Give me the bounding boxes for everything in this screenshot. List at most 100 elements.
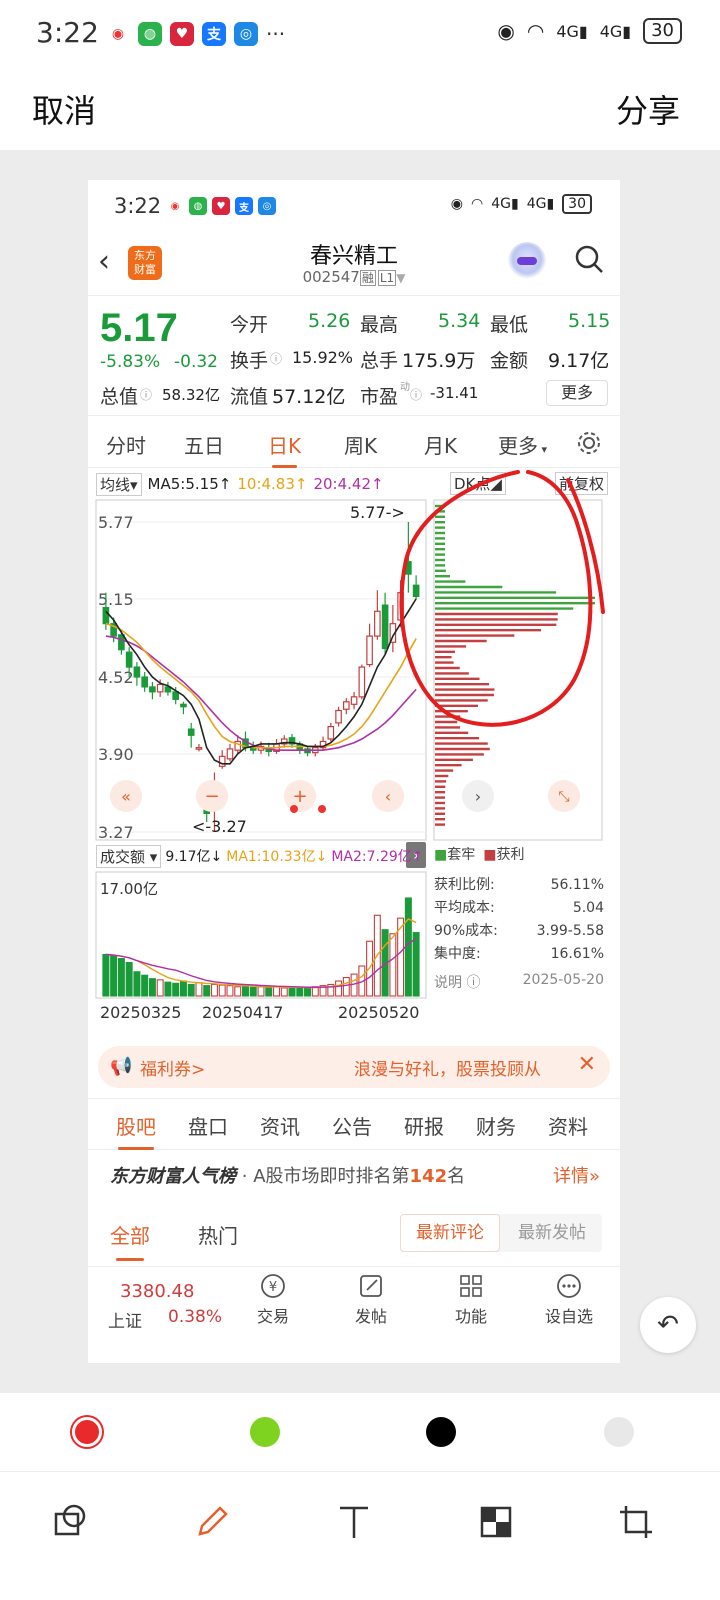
profit-ratio-value: 56.11% [550, 877, 604, 893]
volume-bar [249, 986, 257, 997]
tab-finance[interactable]: 财务 [476, 1111, 516, 1140]
more-notifications-icon: ··· [266, 22, 286, 46]
tab-orderbook[interactable]: 盘口 [188, 1111, 228, 1140]
trade-button[interactable]: ¥ 交易 [238, 1273, 308, 1327]
post-button[interactable]: 发帖 [336, 1273, 406, 1327]
promo-banner[interactable]: 📢 福利券> 浪漫与好礼，股票投顾从 ✕ [98, 1046, 610, 1088]
volume-bar [133, 971, 141, 997]
color-light[interactable] [604, 1417, 634, 1447]
volume-bar [412, 932, 420, 997]
volume-bar [280, 987, 288, 997]
svg-text:¥: ¥ [269, 1280, 277, 1295]
concentration-label: 集中度: [434, 946, 481, 962]
cost-footer: 说明 ⓘ 2025-05-20 [434, 972, 604, 992]
screenshot-canvas[interactable]: 3:22 ◉ ◍ ♥ 支 ◎ ◉ ◠ 4G▮ 4G▮ 30 ‹ 东方 财富 春兴精… [88, 180, 620, 1363]
cost-info: 获利比例: 56.11% 平均成本: 5.04 90%成本: 3.99-5.58 集中… [434, 874, 604, 966]
color-red[interactable] [72, 1417, 102, 1447]
battery-icon: 30 [643, 18, 682, 44]
x-tick-label: 20250325 [100, 1003, 181, 1022]
more-circle-icon [557, 1274, 581, 1298]
alipay-icon: 支 [202, 22, 226, 46]
legend-trapped-label: 套牢 [447, 847, 476, 863]
tab-announcements[interactable]: 公告 [332, 1111, 372, 1140]
tab-news[interactable]: 资讯 [260, 1111, 300, 1140]
post-label: 发帖 [354, 1307, 387, 1326]
x-tick-label: 20250417 [202, 1003, 283, 1022]
app-icon: ◎ [234, 22, 258, 46]
functions-button[interactable]: 功能 [436, 1273, 506, 1327]
event-marker[interactable] [318, 805, 326, 813]
sort-latest-comment[interactable]: 最新评论 [400, 1214, 500, 1252]
x-tick-label: 20250520 [338, 1003, 419, 1022]
volume-bar [156, 979, 164, 997]
color-green[interactable] [250, 1417, 280, 1447]
avg-cost-value: 5.04 [572, 900, 604, 916]
volume-bar [195, 982, 203, 997]
index-value[interactable]: 3380.48 [120, 1281, 194, 1302]
red-square-icon: ■ [483, 847, 497, 863]
index-name[interactable]: 上证 [108, 1307, 142, 1332]
grid-icon [460, 1275, 482, 1297]
signal-icon: 4G▮ [599, 21, 632, 41]
functions-label: 功能 [454, 1307, 487, 1326]
share-button[interactable]: 分享 [616, 86, 680, 132]
cost-row: 90%成本: 3.99-5.58 [434, 920, 604, 943]
tab-all[interactable]: 全部 [110, 1220, 150, 1261]
index-change: 0.38% [168, 1307, 223, 1327]
green-square-icon: ■ [434, 847, 448, 863]
rank-number: 142 [409, 1166, 448, 1187]
tab-hot[interactable]: 热门 [198, 1220, 238, 1249]
crop-icon[interactable] [616, 1502, 656, 1542]
popularity-rank[interactable]: 东方财富人气榜 · A股市场即时排名第142名 详情» [110, 1162, 600, 1192]
text-icon[interactable] [334, 1502, 374, 1542]
filter-tabs: 全部 热门 最新评论 最新发帖 [88, 1210, 620, 1261]
rank-detail-link[interactable]: 详情» [553, 1162, 600, 1188]
rank-text: A股市场即时排名第 [253, 1166, 410, 1187]
info-icon: ⓘ [466, 975, 481, 991]
volume-bar [110, 955, 118, 997]
add-watchlist-button[interactable]: 设自选 [534, 1273, 604, 1327]
mosaic-icon[interactable] [476, 1502, 516, 1542]
event-marker[interactable] [290, 805, 298, 813]
pencil-icon[interactable] [192, 1502, 232, 1542]
volume-indicator-select[interactable]: 成交额 ▾ [96, 844, 162, 868]
edit-icon [360, 1275, 382, 1297]
status-bar: 3:22 ◉ ◍ ♥ 支 ◎ ··· ◉ ◠ 4G▮ 4G▮ 30 [0, 0, 720, 70]
y-tick-label: 3.27 [98, 823, 134, 842]
bottom-bar: 3380.48 上证 0.38% ¥ 交易 发帖 功能 设自选 [88, 1266, 620, 1363]
tab-profile[interactable]: 资料 [548, 1111, 588, 1140]
cost-row: 平均成本: 5.04 [434, 897, 604, 920]
promo-text: 浪漫与好礼，股票投顾从 [354, 1060, 541, 1080]
undo-button[interactable]: ↶ [640, 1297, 696, 1353]
sort-toggle: 最新评论 最新发帖 [400, 1214, 602, 1252]
color-black[interactable] [426, 1417, 456, 1447]
volume-bar [102, 953, 110, 997]
coupon-link[interactable]: 福利券> [140, 1055, 205, 1080]
cancel-button[interactable]: 取消 [32, 86, 96, 132]
layers-icon[interactable] [50, 1502, 90, 1542]
app-icon: ◉ [106, 22, 130, 46]
cost-note[interactable]: 说明 ⓘ [434, 972, 480, 992]
tab-research[interactable]: 研报 [404, 1111, 444, 1140]
close-icon[interactable]: ✕ [578, 1052, 596, 1077]
volume-bar [164, 981, 172, 997]
tab-guba[interactable]: 股吧 [116, 1111, 156, 1150]
editor-topbar: 取消 分享 [0, 70, 720, 150]
double-chevron-left-icon: « [121, 787, 131, 806]
volume-bar [117, 957, 125, 997]
yuan-cycle-icon: ¥ [261, 1274, 285, 1298]
wifi-icon: ◠ [526, 19, 545, 43]
concentration-value: 16.61% [550, 946, 604, 962]
volume-bar [210, 983, 218, 997]
volume-indicator-label: 成交额 [100, 847, 146, 866]
volume-bar [288, 986, 296, 997]
volume-legend: 成交额 ▾ 9.17亿↓ MA1:10.33亿↓ MA2:7.29亿↑ [96, 844, 424, 868]
chart-controls: « − + ‹ › ⤡ [110, 780, 580, 813]
cost-legend: ■套牢 ■获利 [434, 844, 524, 864]
volume-bar [389, 933, 397, 997]
volume-bar [296, 986, 304, 997]
volume-bar [304, 987, 312, 997]
sort-latest-post[interactable]: 最新发帖 [502, 1214, 602, 1252]
volume-bar [148, 978, 156, 997]
megaphone-icon: 📢 [110, 1056, 133, 1077]
